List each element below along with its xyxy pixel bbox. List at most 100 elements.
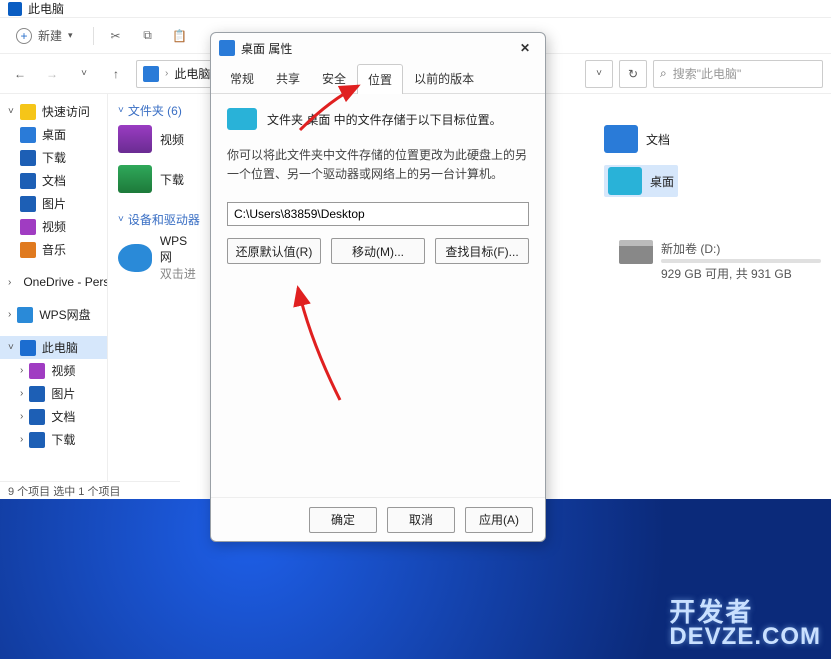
chevron-right-icon: › <box>8 277 11 288</box>
sidebar-item-label: OneDrive - Pers <box>23 275 108 289</box>
pc-icon <box>20 340 36 356</box>
cut-icon[interactable]: ✂ <box>106 26 126 46</box>
sidebar-item-label: 快速访问 <box>42 103 90 120</box>
tab-general[interactable]: 常规 <box>219 63 265 93</box>
search-input[interactable]: ⌕ 搜索"此电脑" <box>653 60 823 88</box>
video-folder-icon <box>118 125 152 153</box>
pc-icon <box>143 66 159 82</box>
chevron-down-icon: ˅ <box>8 106 14 117</box>
download-icon <box>29 432 45 448</box>
move-button[interactable]: 移动(M)... <box>331 238 425 264</box>
status-text: 9 个项目 选中 1 个项目 <box>8 486 120 498</box>
path-input[interactable] <box>227 202 529 226</box>
chevron-right-icon: › <box>20 434 23 445</box>
dialog-footer: 确定 取消 应用(A) <box>211 497 545 541</box>
sidebar-item-downloads[interactable]: ›下载 <box>0 428 107 451</box>
sidebar-item-pictures[interactable]: › 图片 <box>0 382 107 405</box>
breadcrumb-label: 此电脑 <box>174 65 210 82</box>
sidebar-quick-access[interactable]: ˅ 快速访问 <box>0 100 107 123</box>
tab-label: 安全 <box>322 72 346 86</box>
music-icon <box>20 242 36 258</box>
find-target-button[interactable]: 查找目标(F)... <box>435 238 529 264</box>
chevron-down-icon: ˅ <box>8 342 14 353</box>
ok-button[interactable]: 确定 <box>309 507 377 533</box>
chevron-right-icon: › <box>20 388 23 399</box>
sidebar-item-label: 文档 <box>42 172 66 189</box>
cloud-icon <box>17 307 33 323</box>
sidebar-item-videos[interactable]: 视频 <box>0 215 107 238</box>
divider <box>93 27 94 45</box>
tab-previous-versions[interactable]: 以前的版本 <box>403 63 485 93</box>
folder-downloads[interactable]: 下载 <box>118 165 184 193</box>
cancel-button[interactable]: 取消 <box>387 507 455 533</box>
copy-icon[interactable]: ⧉ <box>138 26 158 46</box>
dropdown-icon[interactable]: ˅ <box>585 60 613 88</box>
sidebar-item-downloads[interactable]: 下载 <box>0 146 107 169</box>
sidebar-item-label: 音乐 <box>42 241 66 258</box>
sidebar-item-label: 图片 <box>51 385 75 402</box>
sidebar-onedrive[interactable]: › OneDrive - Pers <box>0 271 107 293</box>
tab-label: 位置 <box>368 73 392 87</box>
chevron-down-icon: ˅ <box>118 214 124 225</box>
drive-icon <box>619 240 653 264</box>
cloud-icon <box>118 244 152 272</box>
button-label: 应用(A) <box>479 511 519 528</box>
folder-label: 桌面 <box>650 173 674 190</box>
wps-label: WPS网 <box>160 234 187 264</box>
download-folder-icon <box>118 165 152 193</box>
sidebar-item-documents[interactable]: 文档 <box>0 169 107 192</box>
chevron-down-icon[interactable]: ˅ <box>72 62 96 86</box>
star-icon <box>20 104 36 120</box>
sidebar-item-label: 视频 <box>42 218 66 235</box>
new-button[interactable]: + 新建 ▾ <box>8 23 81 48</box>
sidebar-item-pictures[interactable]: 图片 <box>0 192 107 215</box>
video-icon <box>20 219 36 235</box>
restore-default-button[interactable]: 还原默认值(R) <box>227 238 321 264</box>
wps-drive[interactable]: WPS网 双击进 <box>118 234 199 282</box>
sidebar-item-label: 此电脑 <box>42 339 78 356</box>
sidebar-item-desktop[interactable]: 桌面 <box>0 123 107 146</box>
tab-sharing[interactable]: 共享 <box>265 63 311 93</box>
dialog-title: 桌面 属性 <box>241 40 292 57</box>
sidebar-item-label: 下载 <box>42 149 66 166</box>
sidebar-wps[interactable]: ›WPS网盘 <box>0 303 107 326</box>
apply-button[interactable]: 应用(A) <box>465 507 533 533</box>
folder-videos[interactable]: 视频 <box>118 125 184 153</box>
sidebar-this-pc[interactable]: ˅ 此电脑 <box>0 336 107 359</box>
sidebar: ˅ 快速访问 桌面 下载 文档 图片 视频 音乐 › OneDrive - Per… <box>0 94 108 481</box>
refresh-button[interactable]: ↻ <box>619 60 647 88</box>
forward-button[interactable]: → <box>40 62 64 86</box>
back-button[interactable]: ← <box>8 62 32 86</box>
watermark-line1: 开发者 <box>669 599 821 625</box>
document-icon <box>29 409 45 425</box>
properties-dialog: 桌面 属性 ✕ 常规 共享 安全 位置 以前的版本 文件夹 桌面 中的文件存储于… <box>210 32 546 542</box>
section-label: 设备和驱动器 <box>128 211 200 228</box>
drive-name: 新加卷 (D:) <box>661 240 821 257</box>
folder-documents[interactable]: 文档 <box>604 125 678 153</box>
sidebar-item-label: 图片 <box>42 195 66 212</box>
search-placeholder: 搜索"此电脑" <box>673 65 742 82</box>
sidebar-item-music[interactable]: 音乐 <box>0 238 107 261</box>
close-button[interactable]: ✕ <box>513 36 537 60</box>
folder-icon <box>219 40 235 56</box>
tab-location[interactable]: 位置 <box>357 64 403 94</box>
document-icon <box>20 173 36 189</box>
tab-label: 以前的版本 <box>414 72 474 86</box>
sidebar-item-videos[interactable]: ›视频 <box>0 359 107 382</box>
up-button[interactable]: ↑ <box>104 62 128 86</box>
paste-icon[interactable]: 📋 <box>170 26 190 46</box>
sidebar-item-label: WPS网盘 <box>39 306 90 323</box>
drive-d[interactable]: 新加卷 (D:) 929 GB 可用, 共 931 GB <box>619 240 821 282</box>
tab-security[interactable]: 安全 <box>311 63 357 93</box>
chevron-down-icon: ▾ <box>68 30 73 41</box>
picture-icon <box>29 386 45 402</box>
watermark-line2: DEVZE.COM <box>669 625 821 649</box>
dialog-titlebar[interactable]: 桌面 属性 ✕ <box>211 33 545 63</box>
video-icon <box>29 363 45 379</box>
download-icon <box>20 150 36 166</box>
sidebar-item-documents[interactable]: ›文档 <box>0 405 107 428</box>
dialog-line1: 文件夹 桌面 中的文件存储于以下目标位置。 <box>267 111 502 128</box>
dialog-tabs: 常规 共享 安全 位置 以前的版本 <box>211 63 545 94</box>
folder-desktop[interactable]: 桌面 <box>604 165 678 197</box>
desktop-folder-icon <box>227 108 257 130</box>
